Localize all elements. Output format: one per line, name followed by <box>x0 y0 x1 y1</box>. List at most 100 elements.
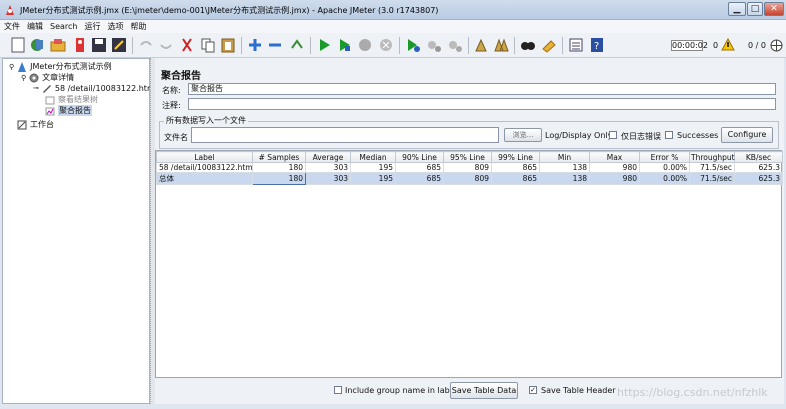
table-row[interactable]: 58 /detail/10083122.html 180 303 195 685… <box>156 162 783 173</box>
errors-only-checkbox[interactable] <box>609 131 617 139</box>
toggle-icon[interactable] <box>289 37 305 53</box>
col-header[interactable]: Label <box>156 151 253 163</box>
active-threads: 0 / 0 <box>748 41 766 50</box>
start-no-pauses-icon[interactable] <box>336 37 352 53</box>
tree-node-test-plan[interactable]: ⚲ JMeter分布式测试示例 <box>9 61 112 72</box>
table-cell: 总体 <box>156 172 253 185</box>
bottom-bar: Include group name in label? Save Table … <box>155 378 782 404</box>
save-icon[interactable] <box>91 37 107 53</box>
start-icon[interactable] <box>316 37 332 53</box>
filename-input[interactable] <box>191 127 499 143</box>
collapse-all-icon[interactable] <box>267 37 283 53</box>
table-cell: 809 <box>443 172 492 185</box>
table-cell: 685 <box>395 162 444 173</box>
col-header[interactable]: Max <box>589 151 640 163</box>
col-header[interactable]: 90% Line <box>395 151 444 163</box>
expand-toggle-icon[interactable]: ⚲ <box>9 63 14 71</box>
successes-checkbox[interactable] <box>665 131 673 139</box>
col-header[interactable]: 95% Line <box>443 151 492 163</box>
new-icon[interactable] <box>10 37 26 53</box>
remote-shutdown-icon[interactable] <box>447 37 463 53</box>
cut-icon[interactable] <box>179 37 195 53</box>
copy-icon[interactable] <box>200 37 216 53</box>
expand-all-icon[interactable] <box>247 37 263 53</box>
listener-icon <box>45 107 55 115</box>
menu-run[interactable]: 运行 <box>80 20 103 32</box>
templates-icon[interactable] <box>29 37 45 53</box>
table-row-total[interactable]: 总体 180 303 195 685 809 865 138 980 0.00%… <box>156 172 783 185</box>
warning-count: 0 <box>713 41 719 50</box>
tree-line-icon: ⊸ <box>33 84 39 92</box>
tree-node-workbench[interactable]: 工作台 <box>17 119 54 130</box>
workbench-icon <box>17 120 27 129</box>
tree-node-results-tree[interactable]: 察看结果树 <box>45 94 98 105</box>
col-header[interactable]: KB/sec <box>734 151 783 163</box>
menu-help[interactable]: 帮助 <box>126 20 149 32</box>
menu-edit[interactable]: 编辑 <box>23 20 46 32</box>
col-header[interactable]: Min <box>539 151 590 163</box>
table-cell: 0.00% <box>639 162 690 173</box>
configure-button[interactable]: Configure <box>721 127 773 143</box>
col-header[interactable]: Error % <box>639 151 690 163</box>
menu-bar: 文件 编辑 Search 运行 选项 帮助 <box>0 20 786 33</box>
table-cell: 685 <box>395 172 444 185</box>
col-header[interactable]: # Samples <box>252 151 306 163</box>
successes-label: Successes <box>677 131 719 140</box>
stop-icon[interactable] <box>357 37 373 53</box>
shutdown-icon[interactable] <box>378 37 394 53</box>
remote-start-icon[interactable] <box>405 37 421 53</box>
menu-file[interactable]: 文件 <box>0 20 23 32</box>
clear-all-icon[interactable] <box>493 37 509 53</box>
gear-icon <box>29 73 39 82</box>
col-header[interactable]: 99% Line <box>491 151 540 163</box>
table-cell: 71.5/sec <box>689 162 735 173</box>
table-cell: 303 <box>305 162 351 173</box>
save-as-icon[interactable] <box>111 37 127 53</box>
name-field[interactable]: 聚合报告 <box>188 83 776 95</box>
save-header-checkbox[interactable]: ✓ <box>529 386 537 394</box>
remote-stop-icon[interactable] <box>426 37 442 53</box>
close-file-icon[interactable] <box>72 37 88 53</box>
col-header[interactable]: Throughput <box>689 151 735 163</box>
tree-node-thread-group[interactable]: ⚲ 文章详情 <box>21 72 74 83</box>
reset-search-icon[interactable] <box>541 37 557 53</box>
help-icon[interactable]: ? <box>589 37 605 53</box>
redo-icon[interactable] <box>158 37 174 53</box>
table-cell: 0.00% <box>639 172 690 185</box>
status-bar <box>0 404 786 409</box>
minimize-button[interactable]: ▁ <box>728 2 746 16</box>
col-header[interactable]: Average <box>305 151 351 163</box>
comment-field[interactable] <box>188 98 776 110</box>
undo-icon[interactable] <box>138 37 154 53</box>
tree-node-label: JMeter分布式测试示例 <box>30 62 112 71</box>
tree-node-aggregate-report[interactable]: 聚合报告 <box>45 105 92 116</box>
warning-icon[interactable] <box>721 38 735 51</box>
save-table-data-button[interactable]: Save Table Data <box>450 382 518 399</box>
include-group-label: Include group name in label? <box>345 386 462 395</box>
table-cell: 625.3 <box>734 162 783 173</box>
elapsed-timer: 00:00:02 <box>671 40 708 51</box>
aggregate-report-panel: 聚合报告 名称: 聚合报告 注释: 所有数据写入一个文件 文件名 浏览... L… <box>155 58 784 404</box>
group-title: 所有数据写入一个文件 <box>164 115 248 126</box>
expand-toggle-icon[interactable]: ⚲ <box>21 74 26 82</box>
open-icon[interactable] <box>50 37 66 53</box>
tree-node-label: 聚合报告 <box>58 105 92 116</box>
close-button[interactable]: ✕ <box>764 2 784 16</box>
include-group-checkbox[interactable] <box>334 386 342 394</box>
tree-node-sampler[interactable]: ⊸ 58 /detail/10083122.html <box>33 83 157 93</box>
browse-button[interactable]: 浏览... <box>504 128 542 142</box>
menu-search[interactable]: Search <box>46 21 80 31</box>
table-header-row: Label # Samples Average Median 90% Line … <box>156 151 783 163</box>
watermark: https://blog.csdn.net/nfzhlk <box>617 386 768 399</box>
function-helper-icon[interactable] <box>568 37 584 53</box>
search-icon[interactable] <box>520 37 536 53</box>
table-cell: 195 <box>350 162 396 173</box>
maximize-button[interactable]: □ <box>747 2 763 16</box>
col-header[interactable]: Median <box>350 151 396 163</box>
table-cell: 138 <box>539 172 590 185</box>
title-bar: JMeter分布式测试示例.jmx (E:\jmeter\demo-001\JM… <box>0 0 786 20</box>
menu-options[interactable]: 选项 <box>103 20 126 32</box>
paste-icon[interactable] <box>220 37 236 53</box>
table-cell: 809 <box>443 162 492 173</box>
clear-icon[interactable] <box>473 37 489 53</box>
